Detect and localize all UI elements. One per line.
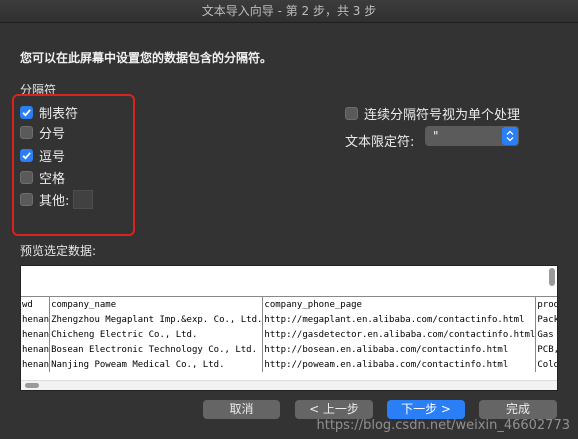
table-row: wd company_name company_phone_page prod [21,296,557,312]
table-row: henan Zhengzhou Megaplant Imp.&exp. Co.,… [21,312,557,327]
comma-checkbox[interactable] [20,148,33,162]
space-checkbox[interactable] [20,170,33,184]
table-row: henan Nanjing Poweam Medical Co., Ltd. h… [21,357,557,372]
table-header-cell: company_phone_page [262,296,537,312]
table-cell: henan [21,357,51,372]
space-label: 空格 [39,171,66,187]
table-cell: henan [21,312,51,327]
table-header-cell: company_name [49,296,264,312]
finish-button[interactable]: 完成 [479,400,557,419]
other-checkbox[interactable] [20,192,33,206]
watermark-text: https://blog.csdn.net/weixin_46602773 [316,418,570,433]
other-delimiter-input[interactable] [73,189,94,209]
consecutive-checkbox[interactable] [345,106,358,120]
table-cell: Nanjing Poweam Medical Co., Ltd. [49,357,264,372]
import-wizard-dialog: 您可以在此屏幕中设置您的数据包含的分隔符。 分隔符 制表符 分号 逗号 空格 其… [0,23,578,439]
table-cell: http://poweam.en.alibaba.com/contactinfo… [262,357,537,372]
consecutive-delimiters-option[interactable]: 连续分隔符号视为单个处理 [345,104,521,123]
checkmark-icon [22,151,31,160]
semicolon-delimiter-option[interactable]: 分号 [20,123,66,142]
back-button[interactable]: < 上一步 [295,400,373,419]
consecutive-label: 连续分隔符号视为单个处理 [364,107,521,123]
vertical-scrollbar[interactable] [549,268,555,286]
cancel-button[interactable]: 取消 [203,400,280,419]
table-cell: Pack [535,312,557,327]
table-cell: Gas [535,327,557,342]
table-header-cell: wd [21,296,51,312]
table-cell: Chicheng Electric Co., Ltd. [49,327,264,342]
instruction-text: 您可以在此屏幕中设置您的数据包含的分隔符。 [20,51,273,65]
horizontal-scrollbar[interactable] [25,383,39,388]
table-cell: http://megaplant.en.alibaba.com/contacti… [262,312,537,327]
data-preview-pane[interactable]: wd company_name company_phone_page prod … [20,265,558,391]
preview-table: wd company_name company_phone_page prod … [21,296,557,372]
checkmark-icon [22,108,31,117]
updown-chevron-icon [502,127,518,145]
table-cell: http://gasdetector.en.alibaba.com/contac… [262,327,537,342]
preview-label: 预览选定数据: [20,244,97,258]
text-qualifier-label: 文本限定符: [345,135,415,150]
horizontal-scrollbar-track[interactable] [21,380,557,390]
window-title: 文本导入向导 - 第 2 步，共 3 步 [0,0,578,23]
text-qualifier-select[interactable]: " [425,126,519,146]
table-header-cell: prod [535,296,557,312]
tab-checkbox[interactable] [20,105,33,119]
tab-delimiter-option[interactable]: 制表符 [20,103,79,122]
table-row: henan Chicheng Electric Co., Ltd. http:/… [21,327,557,342]
text-qualifier-value: " [433,129,439,143]
table-cell: PCB, [535,342,557,357]
next-button[interactable]: 下一步 > [387,400,465,419]
semicolon-label: 分号 [39,126,66,142]
table-row: henan Bosean Electronic Technology Co., … [21,342,557,357]
table-cell: Cold [535,357,557,372]
other-delimiter-option[interactable]: 其他: [20,189,94,209]
space-delimiter-option[interactable]: 空格 [20,168,66,187]
other-label: 其他: [39,193,70,209]
table-cell: Zhengzhou Megaplant Imp.&exp. Co., Ltd. [49,312,264,327]
tab-label: 制表符 [39,106,79,122]
semicolon-checkbox[interactable] [20,125,33,139]
table-cell: henan [21,327,51,342]
table-cell: http://bosean.en.alibaba.com/contactinfo… [262,342,537,357]
comma-delimiter-option[interactable]: 逗号 [20,146,66,165]
comma-label: 逗号 [39,149,66,165]
table-cell: henan [21,342,51,357]
table-cell: Bosean Electronic Technology Co., Ltd. [49,342,264,357]
